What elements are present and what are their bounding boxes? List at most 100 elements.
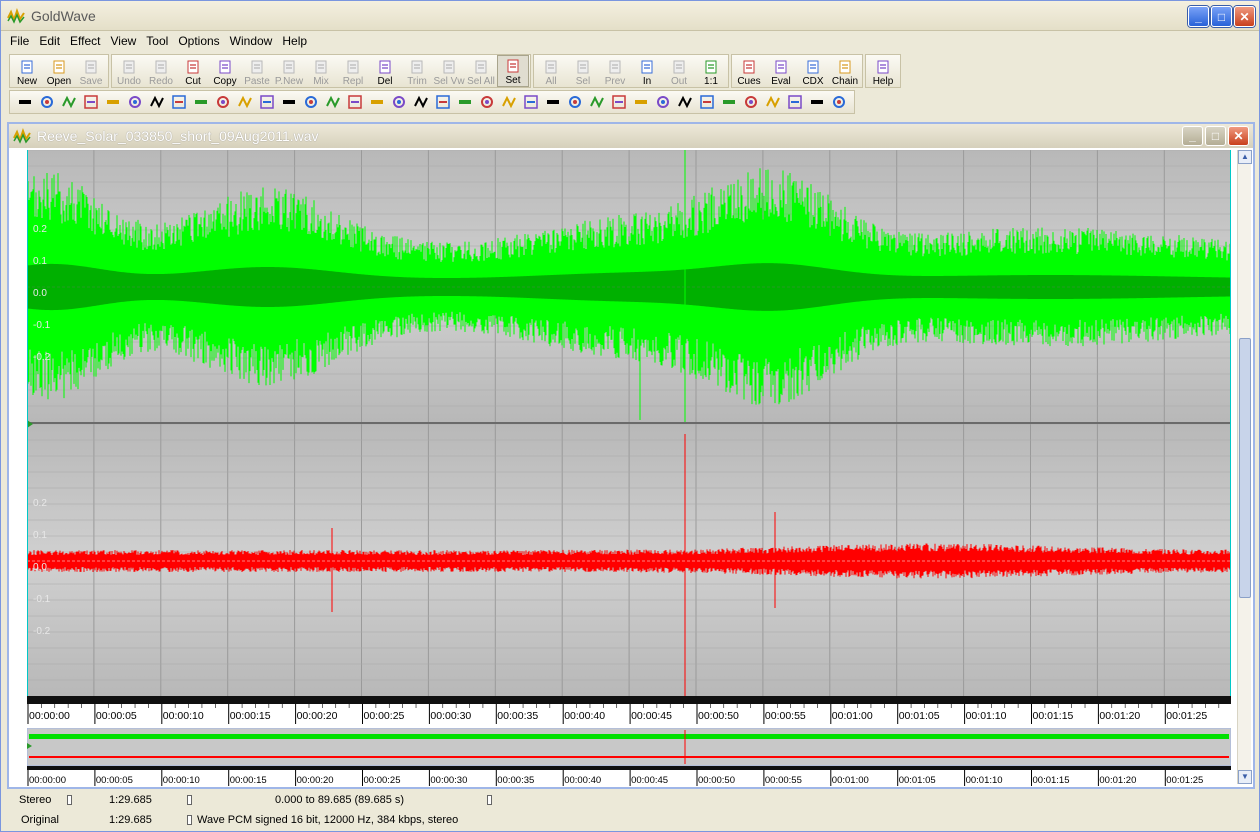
trim-button[interactable]: Trim	[401, 55, 433, 87]
out-button[interactable]: Out	[663, 55, 695, 87]
vertical-scrollbar[interactable]: ▲ ▼	[1237, 150, 1252, 784]
sel-vw-button[interactable]: Sel Vw	[433, 55, 465, 87]
toolbar-button-label: Sel Vw	[433, 76, 465, 87]
effect-tool-icon[interactable]	[126, 93, 144, 111]
effect-tool-icon[interactable]	[148, 93, 166, 111]
effect-tool-icon[interactable]	[500, 93, 518, 111]
1-1-button[interactable]: 1:1	[695, 55, 727, 87]
effect-tool-icon[interactable]	[60, 93, 78, 111]
effect-tool-icon[interactable]	[808, 93, 826, 111]
effect-tool-icon[interactable]	[280, 93, 298, 111]
menu-edit[interactable]: Edit	[34, 32, 65, 50]
maximize-button[interactable]: □	[1211, 6, 1232, 27]
redo-button[interactable]: Redo	[145, 55, 177, 87]
close-icon: ✕	[1239, 9, 1250, 24]
menu-view[interactable]: View	[106, 32, 142, 50]
effect-tool-icon[interactable]	[390, 93, 408, 111]
toolbar-button-label: Eval	[771, 76, 791, 87]
effect-tool-icon[interactable]	[742, 93, 760, 111]
effect-tool-icon[interactable]	[720, 93, 738, 111]
effect-tool-icon[interactable]	[16, 93, 34, 111]
overview-tick-label: 00:00:15	[230, 775, 267, 786]
effect-tool-icon[interactable]	[302, 93, 320, 111]
scroll-up-icon[interactable]: ▲	[1238, 150, 1252, 164]
sel-button[interactable]: Sel	[567, 55, 599, 87]
effect-tool-icon[interactable]	[258, 93, 276, 111]
in-button[interactable]: In	[631, 55, 663, 87]
right-axis-label: 0.2	[33, 498, 47, 509]
effect-tool-icon[interactable]	[632, 93, 650, 111]
new-button[interactable]: New	[11, 55, 43, 87]
set-button[interactable]: Set	[497, 55, 529, 87]
p-new-button[interactable]: P.New	[273, 55, 305, 87]
menu-window[interactable]: Window	[225, 32, 278, 50]
overview-tick-label: 00:00:25	[364, 775, 401, 786]
del-button[interactable]: Del	[369, 55, 401, 87]
all-button[interactable]: All	[535, 55, 567, 87]
toolbar-group: Cues Eval CDX Chain	[731, 54, 863, 88]
cdx-button[interactable]: CDX	[797, 55, 829, 87]
effect-tool-icon[interactable]	[434, 93, 452, 111]
overview-tick-label: 00:01:10	[966, 775, 1003, 786]
menu-tool[interactable]: Tool	[141, 32, 173, 50]
effect-tool-icon[interactable]	[170, 93, 188, 111]
scroll-thumb[interactable]	[1239, 338, 1251, 598]
effect-tool-icon[interactable]	[478, 93, 496, 111]
copy-button[interactable]: Copy	[209, 55, 241, 87]
chain-button[interactable]: Chain	[829, 55, 861, 87]
menu-effect[interactable]: Effect	[65, 32, 105, 50]
effect-tool-icon[interactable]	[654, 93, 672, 111]
effect-tool-icon[interactable]	[104, 93, 122, 111]
toolbar-group: All Sel Prev In Out 1:1	[533, 54, 729, 88]
effect-tool-icon[interactable]	[764, 93, 782, 111]
effect-tool-icon[interactable]	[236, 93, 254, 111]
overview-bar[interactable]: 00:00:00 00:00:05 00:00:10 00:00:15 00:00:20…	[27, 728, 1231, 788]
cues-button[interactable]: Cues	[733, 55, 765, 87]
effect-tool-icon[interactable]	[830, 93, 848, 111]
effect-tool-icon[interactable]	[82, 93, 100, 111]
effect-tool-icon[interactable]	[544, 93, 562, 111]
effect-tool-icon[interactable]	[676, 93, 694, 111]
effect-tool-icon[interactable]	[786, 93, 804, 111]
effect-tool-icon[interactable]	[566, 93, 584, 111]
prev-button[interactable]: Prev	[599, 55, 631, 87]
help-button[interactable]: Help	[867, 55, 899, 87]
effect-tool-icon[interactable]	[214, 93, 232, 111]
effect-tool-icon[interactable]	[522, 93, 540, 111]
cut-button[interactable]: Cut	[177, 55, 209, 87]
toolbar-button-label: P.New	[274, 76, 304, 87]
cdx-icon	[807, 60, 819, 74]
waveform-display[interactable]: 0.2 0.1 0.0 -0.1 -0.2 0.2 0.1 0.0 -0.1 -0.2	[27, 150, 1231, 696]
effect-tool-icon[interactable]	[324, 93, 342, 111]
doc-close-button[interactable]: ✕	[1228, 126, 1249, 146]
minimize-button[interactable]: _	[1188, 6, 1209, 27]
toolbar-button-label: Paste	[244, 76, 270, 87]
effect-tool-icon[interactable]	[412, 93, 430, 111]
open-button[interactable]: Open	[43, 55, 75, 87]
time-ruler[interactable]: 00:00:00 00:00:05 00:00:10 00:00:15 00:00:20…	[27, 696, 1231, 726]
select-view-icon	[443, 60, 455, 74]
doc-minimize-button[interactable]: _	[1182, 126, 1203, 146]
effect-tool-icon[interactable]	[38, 93, 56, 111]
close-button[interactable]: ✕	[1234, 6, 1255, 27]
undo-button[interactable]: Undo	[113, 55, 145, 87]
doc-maximize-button[interactable]: □	[1205, 126, 1226, 146]
menu-options[interactable]: Options	[173, 32, 224, 50]
effect-tool-icon[interactable]	[346, 93, 364, 111]
menu-help[interactable]: Help	[277, 32, 312, 50]
sel-all-button[interactable]: Sel All	[465, 55, 497, 87]
menu-file[interactable]: File	[5, 32, 34, 50]
paste-button[interactable]: Paste	[241, 55, 273, 87]
effect-tool-icon[interactable]	[698, 93, 716, 111]
eval-button[interactable]: Eval	[765, 55, 797, 87]
effect-tool-icon[interactable]	[192, 93, 210, 111]
mix-button[interactable]: Mix	[305, 55, 337, 87]
right-axis-label: -0.1	[33, 594, 51, 605]
effect-tool-icon[interactable]	[368, 93, 386, 111]
effect-tool-icon[interactable]	[588, 93, 606, 111]
effect-tool-icon[interactable]	[456, 93, 474, 111]
effect-tool-icon[interactable]	[610, 93, 628, 111]
scroll-down-icon[interactable]: ▼	[1238, 770, 1252, 784]
repl-button[interactable]: Repl	[337, 55, 369, 87]
save-button[interactable]: Save	[75, 55, 107, 87]
